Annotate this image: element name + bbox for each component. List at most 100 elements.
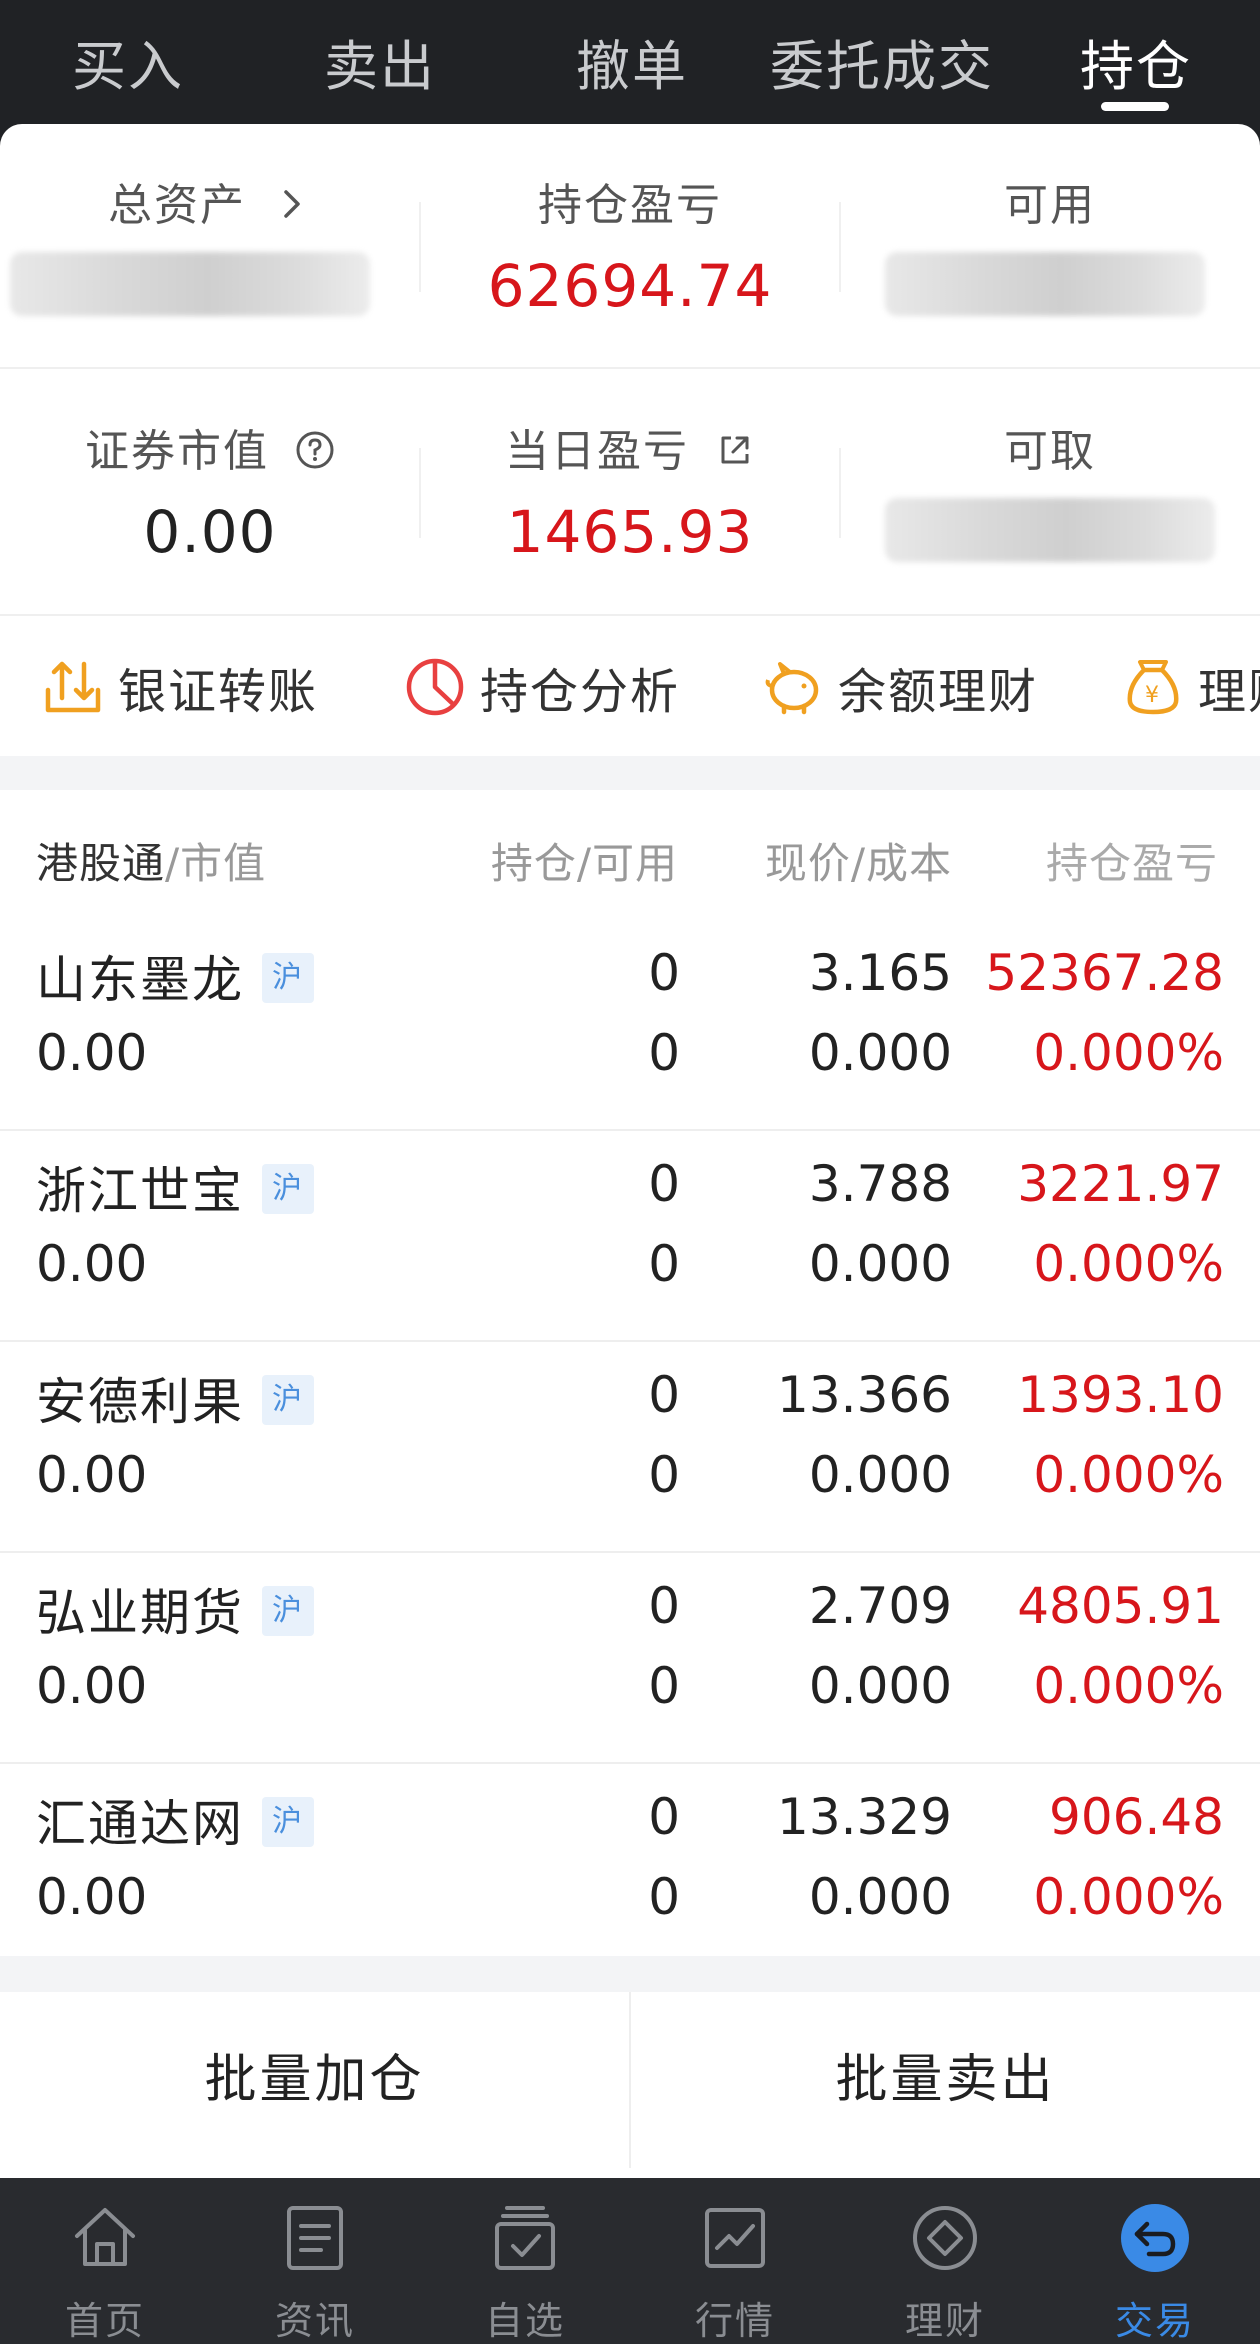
market-value-label-wrap: 证券市值 — [0, 415, 420, 479]
stock-name-wrap: 山东墨龙沪 — [36, 940, 314, 1012]
position-qty: 0 — [648, 1155, 680, 1213]
tab-orders-trades[interactable]: 委托成交 — [770, 22, 994, 101]
position-pl-percent: 0.000% — [1033, 1024, 1224, 1082]
available-qty: 0 — [648, 1024, 680, 1082]
withdrawable-cell: 可取 — [840, 370, 1260, 614]
tab-positions[interactable]: 持仓 — [1080, 22, 1192, 101]
nav-label: 自选 — [484, 2299, 565, 2343]
account-summary-row-1: 总资产 持仓盈亏 62694.74 可用 — [0, 124, 1260, 369]
stock-name: 弘业期货 — [36, 1584, 244, 1642]
header-position-pl[interactable]: 持仓盈亏 — [1046, 830, 1218, 891]
available-cell: 可用 — [840, 124, 1260, 367]
nav-label: 首页 — [64, 2299, 145, 2343]
nav-label: 交易 — [1114, 2299, 1195, 2343]
stock-name: 山东墨龙 — [36, 951, 244, 1009]
quick-action-bank-transfer[interactable]: 银证转账 — [42, 654, 318, 720]
cost-price: 0.000 — [808, 1235, 952, 1293]
stock-name: 汇通达网 — [36, 1795, 244, 1853]
withdrawable-value-redacted — [885, 498, 1215, 562]
section-gap — [0, 756, 1260, 790]
current-price: 3.788 — [808, 1155, 952, 1213]
nav-home[interactable]: 首页 — [0, 2178, 210, 2344]
quick-actions-row: 银证转账 持仓分析 余额理财 ¥ 理财 — [0, 614, 1260, 756]
wealth-icon — [913, 2206, 977, 2270]
quick-action-label: 持仓分析 — [480, 664, 681, 720]
batch-sell-button[interactable]: 批量卖出 — [631, 1992, 1260, 2168]
current-price: 13.366 — [777, 1366, 952, 1424]
external-link-icon[interactable] — [715, 430, 755, 470]
positions-panel: 总资产 持仓盈亏 62694.74 可用 证券市值 0.00 当日盈亏 1465… — [0, 124, 1260, 2178]
market-chart-icon — [705, 2208, 765, 2268]
home-icon — [75, 2208, 135, 2266]
header-price-cost[interactable]: 现价/成本 — [765, 830, 952, 891]
nav-label: 理财 — [904, 2299, 985, 2343]
table-row[interactable]: 山东墨龙沪 0.00 0 0 3.165 0.000 52367.28 0.00… — [0, 920, 1260, 1131]
tab-buy[interactable]: 买入 — [72, 22, 184, 101]
position-pl: 906.48 — [1049, 1788, 1224, 1846]
nav-label: 资讯 — [274, 2299, 355, 2343]
account-summary-row-2: 证券市值 0.00 当日盈亏 1465.93 可取 — [0, 370, 1260, 614]
market-value: 0.00 — [36, 1446, 148, 1504]
total-assets-value-redacted — [10, 252, 370, 316]
money-bag-icon: ¥ — [1127, 660, 1179, 715]
daily-pl-cell[interactable]: 当日盈亏 1465.93 — [420, 370, 840, 614]
quick-action-balance-wealth[interactable]: 余额理财 — [762, 654, 1038, 720]
position-qty: 0 — [648, 1788, 680, 1846]
table-row[interactable]: 汇通达网沪 0.00 0 0 13.329 0.000 906.48 0.000… — [0, 1764, 1260, 1975]
market-value: 0.00 — [36, 1235, 148, 1293]
nav-trade[interactable]: 交易 — [1050, 2178, 1260, 2344]
current-price: 13.329 — [777, 1788, 952, 1846]
nav-market[interactable]: 行情 — [630, 2178, 840, 2344]
market-value-cell: 证券市值 0.00 — [0, 370, 420, 614]
bottom-nav: 首页 资讯 自选 行情 理财 交易 — [0, 2178, 1260, 2344]
stock-name-wrap: 汇通达网沪 — [36, 1784, 314, 1856]
position-pl-percent: 0.000% — [1033, 1657, 1224, 1715]
total-assets-cell[interactable]: 总资产 — [0, 124, 420, 367]
help-icon[interactable] — [295, 430, 335, 470]
market-value: 0.00 — [36, 1024, 148, 1082]
quick-action-label: 理财 — [1198, 664, 1260, 720]
header-hk-connect: 港股通 — [36, 839, 166, 888]
quick-action-label: 余额理财 — [838, 664, 1039, 720]
available-qty: 0 — [648, 1868, 680, 1926]
stock-name-wrap: 浙江世宝沪 — [36, 1151, 314, 1223]
current-price: 2.709 — [808, 1577, 952, 1635]
nav-label: 行情 — [694, 2299, 775, 2343]
nav-news[interactable]: 资讯 — [210, 2178, 420, 2344]
nav-wealth[interactable]: 理财 — [840, 2178, 1050, 2344]
table-row[interactable]: 安德利果沪 0.00 0 0 13.366 0.000 1393.10 0.00… — [0, 1342, 1260, 1553]
stock-name-wrap: 弘业期货沪 — [36, 1573, 314, 1645]
market-tag: 沪 — [262, 1374, 314, 1425]
market-value-label: 证券市值 — [85, 426, 269, 477]
batch-actions: 批量加仓 批量卖出 — [0, 1992, 1260, 2168]
batch-add-button[interactable]: 批量加仓 — [0, 1992, 629, 2168]
tab-sell[interactable]: 卖出 — [324, 22, 436, 101]
position-pl-label: 持仓盈亏 — [538, 180, 722, 231]
quick-action-wealth[interactable]: ¥ 理财 — [1122, 654, 1260, 720]
table-row[interactable]: 浙江世宝沪 0.00 0 0 3.788 0.000 3221.97 0.000… — [0, 1131, 1260, 1342]
quick-action-position-analysis[interactable]: 持仓分析 — [404, 654, 680, 720]
tab-cancel-order[interactable]: 撤单 — [576, 22, 688, 101]
position-qty: 0 — [648, 1366, 680, 1424]
piggy-bank-icon — [765, 662, 819, 715]
chevron-right-icon — [284, 190, 300, 218]
position-pl-percent: 0.000% — [1033, 1235, 1224, 1293]
daily-pl-label: 当日盈亏 — [505, 426, 689, 477]
available-qty: 0 — [648, 1657, 680, 1715]
section-gap — [0, 1956, 1260, 1992]
header-position-available[interactable]: 持仓/可用 — [491, 830, 678, 891]
transfer-icon — [45, 661, 101, 713]
header-name[interactable]: 港股通/市值 — [36, 830, 266, 891]
withdrawable-label: 可取 — [1004, 426, 1096, 477]
cost-price: 0.000 — [808, 1024, 952, 1082]
cost-price: 0.000 — [808, 1868, 952, 1926]
market-tag: 沪 — [262, 1163, 314, 1214]
top-tab-bar: 买入 卖出 撤单 委托成交 持仓 — [0, 0, 1260, 124]
table-row[interactable]: 弘业期货沪 0.00 0 0 2.709 0.000 4805.91 0.000… — [0, 1553, 1260, 1764]
quick-action-label: 银证转账 — [118, 664, 319, 720]
nav-watchlist[interactable]: 自选 — [420, 2178, 630, 2344]
position-pl: 3221.97 — [1017, 1155, 1224, 1213]
market-value: 0.00 — [36, 1657, 148, 1715]
position-pl-cell: 持仓盈亏 62694.74 — [420, 124, 840, 367]
position-pl: 4805.91 — [1017, 1577, 1224, 1635]
